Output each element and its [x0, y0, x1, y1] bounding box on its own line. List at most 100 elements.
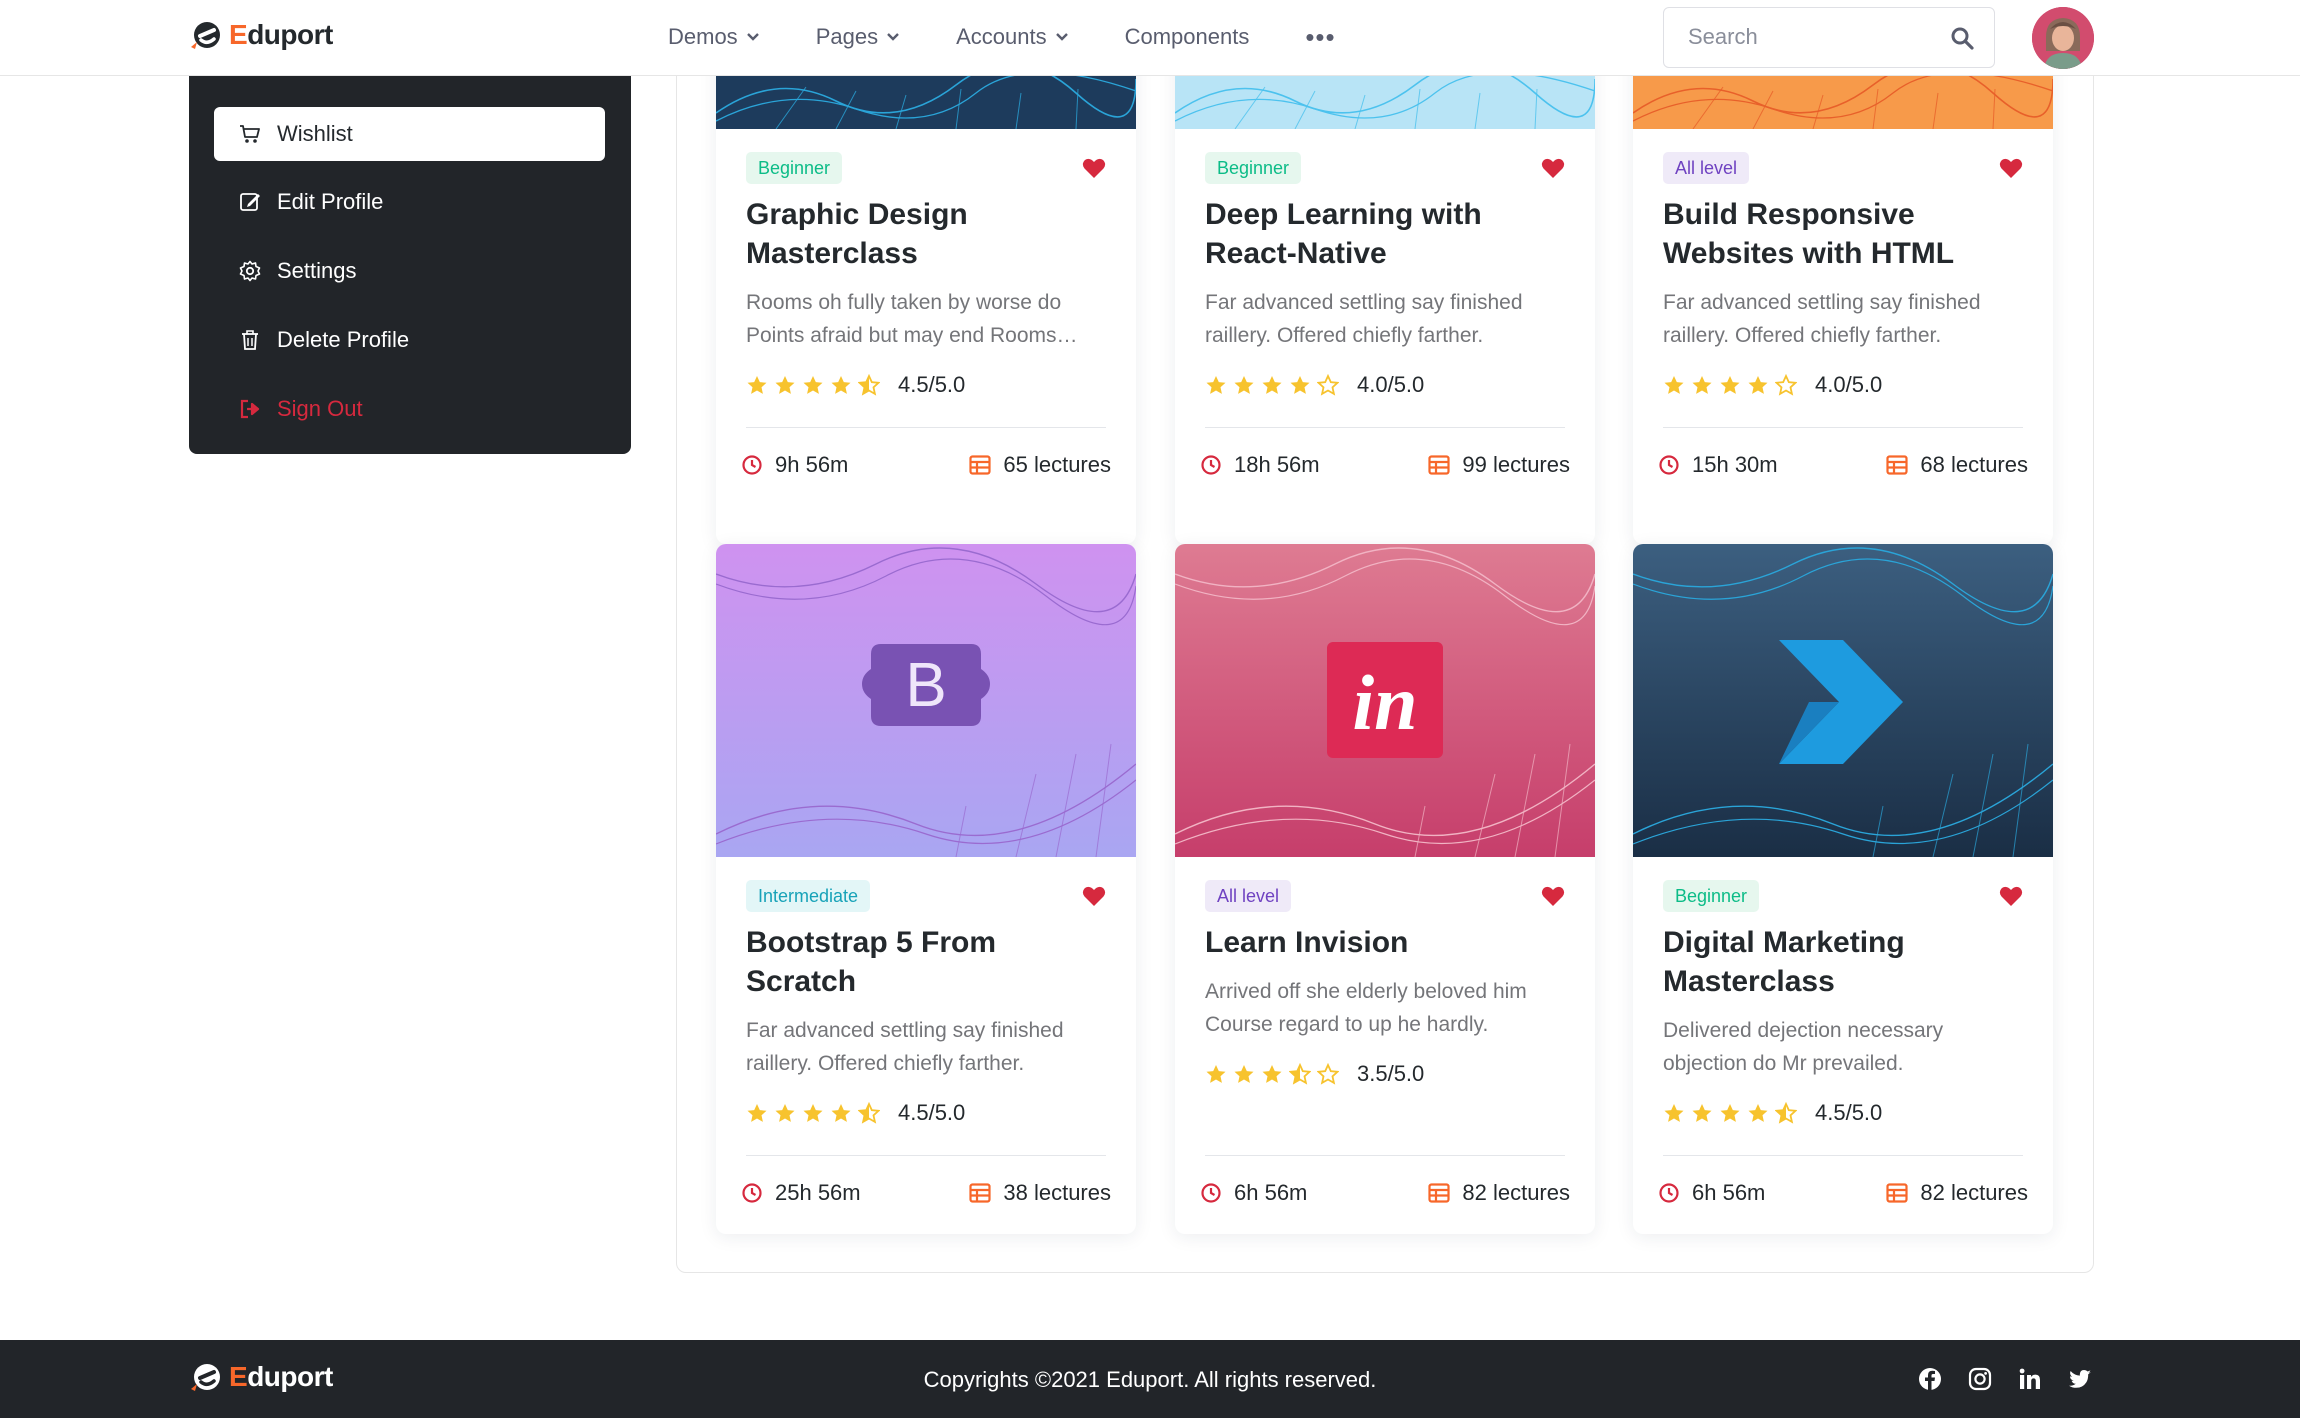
main-nav: Demos Pages Accounts Components ••• — [668, 22, 1392, 52]
copyright-text: Copyrights ©2021 Eduport. All rights res… — [923, 1367, 1377, 1392]
nav-accounts[interactable]: Accounts — [956, 22, 1069, 52]
heart-icon[interactable] — [1999, 885, 2023, 907]
course-desc-line: Course regard to up he hardly. — [1205, 1013, 1489, 1036]
course-duration: 25h 56m — [741, 1180, 861, 1206]
star-full-icon — [1234, 1065, 1254, 1083]
course-title-line: Masterclass — [746, 237, 918, 270]
star-full-icon — [1720, 376, 1740, 394]
course-card[interactable]: Beginner Graphic Design Masterclass Room… — [716, 1, 1136, 544]
user-avatar[interactable] — [2032, 7, 2094, 69]
star-full-icon — [831, 376, 851, 394]
course-desc-line: Points afraid but may end Rooms… — [746, 324, 1078, 347]
table-icon — [1886, 455, 1908, 475]
sidebar-item-edit-profile[interactable]: Edit Profile — [214, 175, 605, 229]
brand-name: Eduport — [229, 19, 333, 50]
lectures-text: 82 lectures — [1920, 1180, 2028, 1205]
gear-icon — [239, 260, 261, 282]
course-title-line: Bootstrap 5 From — [746, 926, 997, 959]
course-lectures: 38 lectures — [969, 1180, 1111, 1206]
sidebar-item-settings[interactable]: Settings — [214, 244, 605, 298]
star-empty-icon — [1775, 374, 1797, 396]
course-title-line: Learn Invision — [1205, 926, 1409, 959]
course-card[interactable]: in All level Learn Invision Arrived off … — [1175, 544, 1595, 1234]
course-title[interactable]: Build Responsive Websites with HTML — [1663, 195, 2033, 273]
trash-icon — [242, 330, 258, 350]
course-thumbnail — [1633, 544, 2053, 857]
course-rating: 4.0/5.0 — [1663, 371, 1882, 399]
facebook-icon[interactable] — [1918, 1367, 1942, 1391]
nav-more-button[interactable]: ••• — [1305, 22, 1335, 52]
star-full-icon — [747, 1104, 767, 1122]
course-rating: 4.5/5.0 — [746, 1099, 965, 1127]
course-title[interactable]: Learn Invision — [1205, 923, 1575, 962]
course-lectures: 82 lectures — [1428, 1180, 1570, 1206]
wishlist-panel: Beginner Graphic Design Masterclass Room… — [676, 1, 2094, 1273]
course-title-line: Masterclass — [1663, 965, 1835, 998]
course-lectures: 65 lectures — [969, 452, 1111, 478]
search-input[interactable] — [1664, 8, 1914, 66]
course-desc-line: raillery. Offered chiefly farther. — [1205, 324, 1484, 347]
course-card[interactable]: All level Build Responsive Websites with… — [1633, 1, 2053, 544]
edit-icon — [240, 193, 260, 211]
heart-icon[interactable] — [1541, 157, 1565, 179]
clock-icon — [1201, 1183, 1221, 1203]
table-icon — [1428, 455, 1450, 475]
star-full-icon — [1748, 376, 1768, 394]
table-icon — [969, 455, 991, 475]
heart-icon[interactable] — [1999, 157, 2023, 179]
heart-icon[interactable] — [1082, 885, 1106, 907]
course-title[interactable]: Bootstrap 5 From Scratch — [746, 923, 1116, 1001]
star-empty-icon — [1317, 1063, 1339, 1085]
course-lectures: 82 lectures — [1886, 1180, 2028, 1206]
sidebar-item-label: Edit Profile — [277, 189, 384, 214]
heart-icon[interactable] — [1082, 157, 1106, 179]
course-card[interactable]: Beginner Deep Learning with React-Native… — [1175, 1, 1595, 544]
course-title[interactable]: Deep Learning with React-Native — [1205, 195, 1575, 273]
lectures-text: 68 lectures — [1920, 452, 2028, 477]
duration-text: 9h 56m — [775, 452, 849, 477]
nav-components[interactable]: Components — [1125, 22, 1250, 52]
card-divider — [1205, 1155, 1565, 1156]
course-card[interactable]: Beginner Digital Marketing Masterclass D… — [1633, 544, 2053, 1234]
brand-mark-icon — [191, 22, 220, 49]
rating-text: 4.5/5.0 — [1815, 1100, 1883, 1125]
rating-stars — [1663, 1102, 1803, 1124]
brand-logo[interactable]: Eduport — [189, 18, 333, 52]
star-full-icon — [775, 1104, 795, 1122]
star-full-icon — [1234, 376, 1254, 394]
search-icon[interactable] — [1950, 26, 1974, 50]
nav-demos[interactable]: Demos — [668, 22, 760, 52]
sidebar-item-delete-profile[interactable]: Delete Profile — [214, 313, 605, 367]
sign-out-icon — [240, 399, 260, 419]
sidebar-item-wishlist[interactable]: Wishlist — [214, 107, 605, 161]
sidebar-item-sign-out[interactable]: Sign Out — [214, 382, 605, 436]
duration-text: 15h 30m — [1692, 452, 1778, 477]
course-title[interactable]: Graphic Design Masterclass — [746, 195, 1116, 273]
course-description: Far advanced settling say finished raill… — [1663, 286, 2033, 352]
chevron-down-icon — [1055, 33, 1068, 41]
clock-icon — [1659, 455, 1679, 475]
linkedin-icon[interactable] — [2018, 1367, 2042, 1391]
twitter-icon[interactable] — [2068, 1367, 2092, 1391]
star-full-icon — [1664, 1104, 1684, 1122]
nav-pages[interactable]: Pages — [816, 22, 900, 52]
lectures-text: 38 lectures — [1003, 1180, 1111, 1205]
clock-icon — [742, 455, 762, 475]
duration-text: 6h 56m — [1234, 1180, 1308, 1205]
course-title[interactable]: Digital Marketing Masterclass — [1663, 923, 2033, 1001]
course-desc-line: Delivered dejection necessary — [1663, 1019, 1944, 1042]
course-duration: 18h 56m — [1200, 452, 1320, 478]
course-title-line: Scratch — [746, 965, 857, 998]
course-card[interactable]: B Intermediate Bootstrap 5 From Scratch … — [716, 544, 1136, 1234]
clock-icon — [742, 1183, 762, 1203]
nav-label: Components — [1124, 24, 1250, 49]
course-title-line: Build Responsive — [1663, 198, 1915, 231]
course-desc-line: raillery. Offered chiefly farther. — [746, 1052, 1025, 1075]
star-full-icon — [775, 376, 795, 394]
rating-text: 4.5/5.0 — [898, 1100, 966, 1125]
heart-icon[interactable] — [1541, 885, 1565, 907]
star-full-icon — [803, 376, 823, 394]
duration-text: 25h 56m — [775, 1180, 861, 1205]
rating-text: 4.0/5.0 — [1357, 372, 1425, 397]
instagram-icon[interactable] — [1968, 1367, 1992, 1391]
